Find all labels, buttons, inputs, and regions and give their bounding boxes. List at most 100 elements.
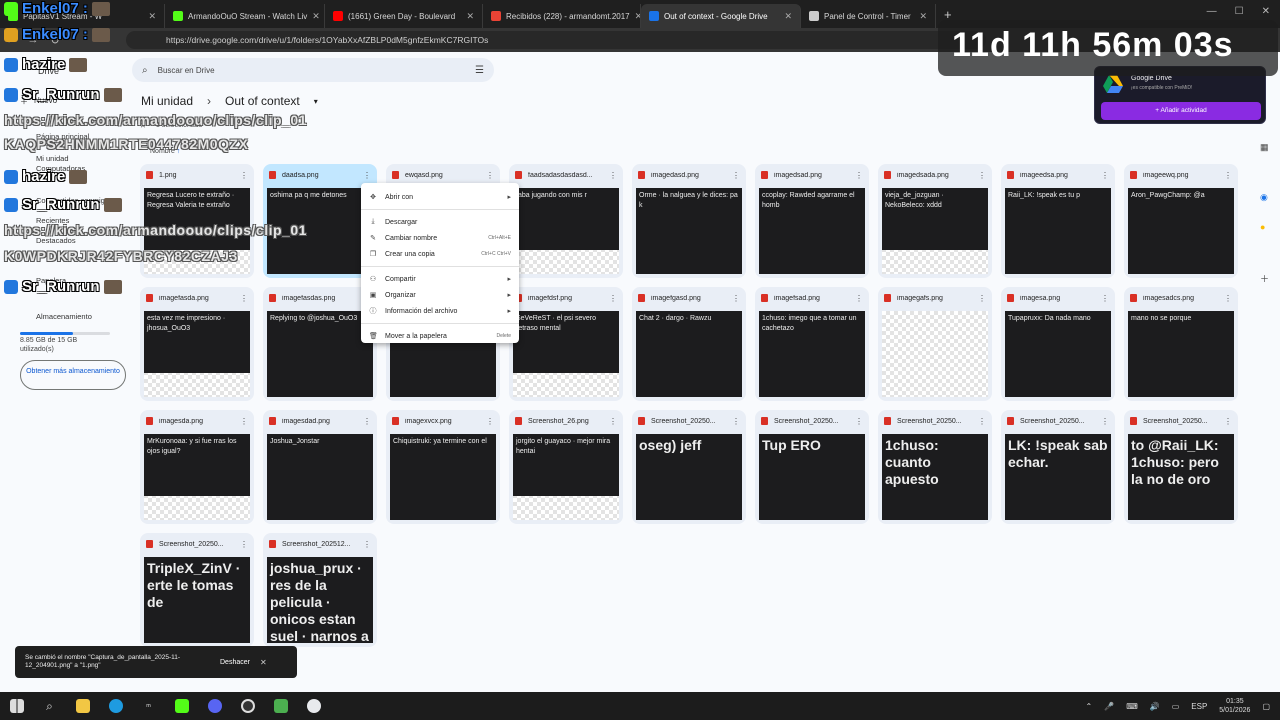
search-icon[interactable]: ⌕ — [142, 65, 148, 76]
more-actions-icon[interactable]: ⋮ — [363, 171, 371, 180]
file-card[interactable]: Screenshot_20250... ⋮ Tup ERO — [755, 410, 869, 524]
minimize-icon[interactable]: — — [1207, 6, 1217, 17]
more-actions-icon[interactable]: ⋮ — [240, 171, 248, 180]
more-actions-icon[interactable]: ⋮ — [609, 417, 617, 426]
more-actions-icon[interactable]: ⋮ — [1101, 417, 1109, 426]
filter-icon[interactable]: ☰ — [475, 65, 484, 76]
file-card[interactable]: Screenshot_20250... ⋮ oseg) jeff — [632, 410, 746, 524]
windows-start-icon[interactable] — [0, 692, 33, 720]
file-card[interactable]: Screenshot_20250... ⋮ LK: !speak sab echar… — [1001, 410, 1115, 524]
more-actions-icon[interactable]: ⋮ — [1224, 417, 1232, 426]
context-menu-item[interactable]: ⓘ Información del archivo ▸ — [361, 303, 519, 319]
breadcrumb-current[interactable]: Out of context — [225, 94, 300, 108]
edge-browser-icon[interactable] — [99, 692, 132, 720]
more-actions-icon[interactable]: ⋮ — [1101, 171, 1109, 180]
file-card[interactable]: imagesda.png ⋮ MrKuronoaa: y si fue rras l… — [140, 410, 254, 524]
file-card[interactable]: imageedsa.png ⋮ Raii_LK: !speak es tu p — [1001, 164, 1115, 278]
more-actions-icon[interactable]: ⋮ — [1224, 171, 1232, 180]
file-card[interactable]: Screenshot_26.png ⋮ jorgito el guayaco · m… — [509, 410, 623, 524]
more-actions-icon[interactable]: ⋮ — [732, 171, 740, 180]
more-actions-icon[interactable]: ⋮ — [855, 171, 863, 180]
tasks-icon[interactable]: ◉ — [1260, 192, 1268, 203]
file-card[interactable]: imagesadcs.png ⋮ mano no se porque — [1124, 287, 1238, 401]
add-activity-button[interactable]: + Añadir actividad — [1101, 102, 1261, 120]
get-more-storage-button[interactable]: Obtener más almacenamiento — [20, 360, 126, 390]
more-actions-icon[interactable]: ⋮ — [978, 294, 986, 303]
file-card[interactable]: imageewq.png ⋮ Aron_PawgChamp: @a — [1124, 164, 1238, 278]
url-field[interactable]: https://drive.google.com/drive/u/1/folde… — [126, 31, 986, 49]
search-input[interactable]: Buscar en Drive — [158, 66, 215, 75]
more-actions-icon[interactable]: ⋮ — [240, 417, 248, 426]
minecraft-icon[interactable] — [264, 692, 297, 720]
discord-icon[interactable] — [198, 692, 231, 720]
more-actions-icon[interactable]: ⋮ — [732, 417, 740, 426]
file-card[interactable]: imagefgasd.png ⋮ Chat 2 · dargo · Rawzu — [632, 287, 746, 401]
file-card[interactable]: imagefsad.png ⋮ 1chuso: imego que a tomar … — [755, 287, 869, 401]
file-card[interactable]: imagesa.png ⋮ Tupapruxx: Da nada mano — [1001, 287, 1115, 401]
more-actions-icon[interactable]: ⋮ — [240, 540, 248, 549]
more-actions-icon[interactable]: ⋮ — [732, 294, 740, 303]
context-menu-item[interactable]: 🗑 Mover a la papelera Delete — [361, 328, 519, 344]
context-menu-item[interactable]: ✎ Cambiar nombre Ctrl+Alt+E — [361, 230, 519, 246]
file-card[interactable]: Screenshot_202512... ⋮ joshua_prux · res d… — [263, 533, 377, 647]
tab-close-icon[interactable]: ✕ — [784, 11, 792, 22]
app-icon[interactable]: ᵐ — [132, 692, 165, 720]
obs-icon[interactable] — [231, 692, 264, 720]
file-card[interactable]: imagegafs.png ⋮ — [878, 287, 992, 401]
more-actions-icon[interactable]: ⋮ — [609, 171, 617, 180]
more-actions-icon[interactable]: ⋮ — [855, 294, 863, 303]
file-card[interactable]: Screenshot_20250... ⋮ TripleX_ZinV · erte … — [140, 533, 254, 647]
context-menu-item[interactable]: ❐ Crear una copia Ctrl+C Ctrl+V — [361, 246, 519, 262]
volume-icon[interactable]: 🔊 — [1150, 702, 1160, 711]
more-actions-icon[interactable]: ⋮ — [1101, 294, 1109, 303]
file-card[interactable]: imagexvcx.png ⋮ Chiquistruki: ya termine c… — [386, 410, 500, 524]
file-card[interactable]: imagedsad.png ⋮ ccoplay: Rawded agarrame e… — [755, 164, 869, 278]
more-actions-icon[interactable]: ⋮ — [609, 294, 617, 303]
breadcrumb-root[interactable]: Mi unidad — [141, 94, 193, 108]
chevron-up-icon[interactable]: ⌃ — [1086, 702, 1093, 711]
search-bar[interactable]: ⌕ Buscar en Drive ☰ — [132, 58, 494, 82]
undo-button[interactable]: Deshacer — [220, 659, 250, 666]
file-card[interactable]: imagefdsf.png ⋮ SeVeReST · el psi severo r… — [509, 287, 623, 401]
more-actions-icon[interactable]: ⋮ — [363, 417, 371, 426]
kick-icon[interactable] — [165, 692, 198, 720]
battery-icon[interactable]: ▭ — [1172, 702, 1180, 711]
browser-tab[interactable]: (1661) Green Day - Boulevard ✕ — [325, 4, 483, 28]
file-explorer-icon[interactable] — [66, 692, 99, 720]
tab-close-icon[interactable]: ✕ — [466, 11, 474, 22]
more-actions-icon[interactable]: ⋮ — [363, 540, 371, 549]
more-actions-icon[interactable]: ⋮ — [978, 417, 986, 426]
context-menu-item[interactable]: ▣ Organizar ▸ — [361, 287, 519, 303]
microphone-icon[interactable]: 🎤 — [1104, 702, 1114, 711]
file-card[interactable]: imagefasdas.png⋮Replying to @joshua_OuO3 — [263, 287, 377, 401]
browser-tab[interactable]: Panel de Control - Timer ✕ — [801, 4, 936, 28]
tab-close-icon[interactable]: ✕ — [312, 11, 320, 22]
browser-tab[interactable]: Recibidos (228) - armandomt.2017✕ — [483, 4, 641, 28]
network-icon[interactable]: ⌨ — [1126, 702, 1138, 711]
search-icon[interactable]: ⌕ — [33, 692, 66, 720]
clock[interactable]: 01:35 5/01/2026 — [1219, 697, 1250, 715]
context-menu-item[interactable]: ⤓ Descargar — [361, 214, 519, 230]
browser-tab[interactable]: Out of context - Google Drive ✕ — [641, 4, 801, 28]
close-window-icon[interactable]: ✕ — [1262, 6, 1270, 17]
more-actions-icon[interactable]: ⋮ — [1224, 294, 1232, 303]
file-card[interactable]: daadsa.png ⋮ oshima pa q me detones — [263, 164, 377, 278]
context-menu-item[interactable]: ✥ Abrir con ▸ — [361, 189, 519, 205]
file-card[interactable]: imagedasd.png ⋮ Orme · la nalguea y le dic… — [632, 164, 746, 278]
file-card[interactable]: imagedsada.png ⋮ vieja_de_jozguan · NekoBe… — [878, 164, 992, 278]
context-menu-item[interactable]: ⚇ Compartir ▸ — [361, 271, 519, 287]
more-actions-icon[interactable]: ⋮ — [978, 171, 986, 180]
file-card[interactable]: imagefasda.png ⋮ esta vez me impresiono · … — [140, 287, 254, 401]
close-toast-icon[interactable]: ✕ — [260, 658, 267, 667]
chrome-icon[interactable] — [297, 692, 330, 720]
maximize-icon[interactable]: ☐ — [1235, 6, 1244, 17]
file-card[interactable]: faadsadasdasdasd... ⋮ taba jugando con mis… — [509, 164, 623, 278]
more-actions-icon[interactable]: ⋮ — [486, 171, 494, 180]
chevron-down-icon[interactable]: ▾ — [314, 97, 318, 106]
browser-tab[interactable]: ArmandoOuO Stream - Watch Liv ✕ — [165, 4, 325, 28]
sidebar-item[interactable]: Mi unidad — [36, 154, 69, 163]
file-card[interactable]: Screenshot_20250... ⋮ 1chuso: cuanto apues… — [878, 410, 992, 524]
more-actions-icon[interactable]: ⋮ — [240, 294, 248, 303]
tab-close-icon[interactable]: ✕ — [919, 11, 927, 22]
file-card[interactable]: imagesdad.png ⋮ Joshua_Jonstar — [263, 410, 377, 524]
